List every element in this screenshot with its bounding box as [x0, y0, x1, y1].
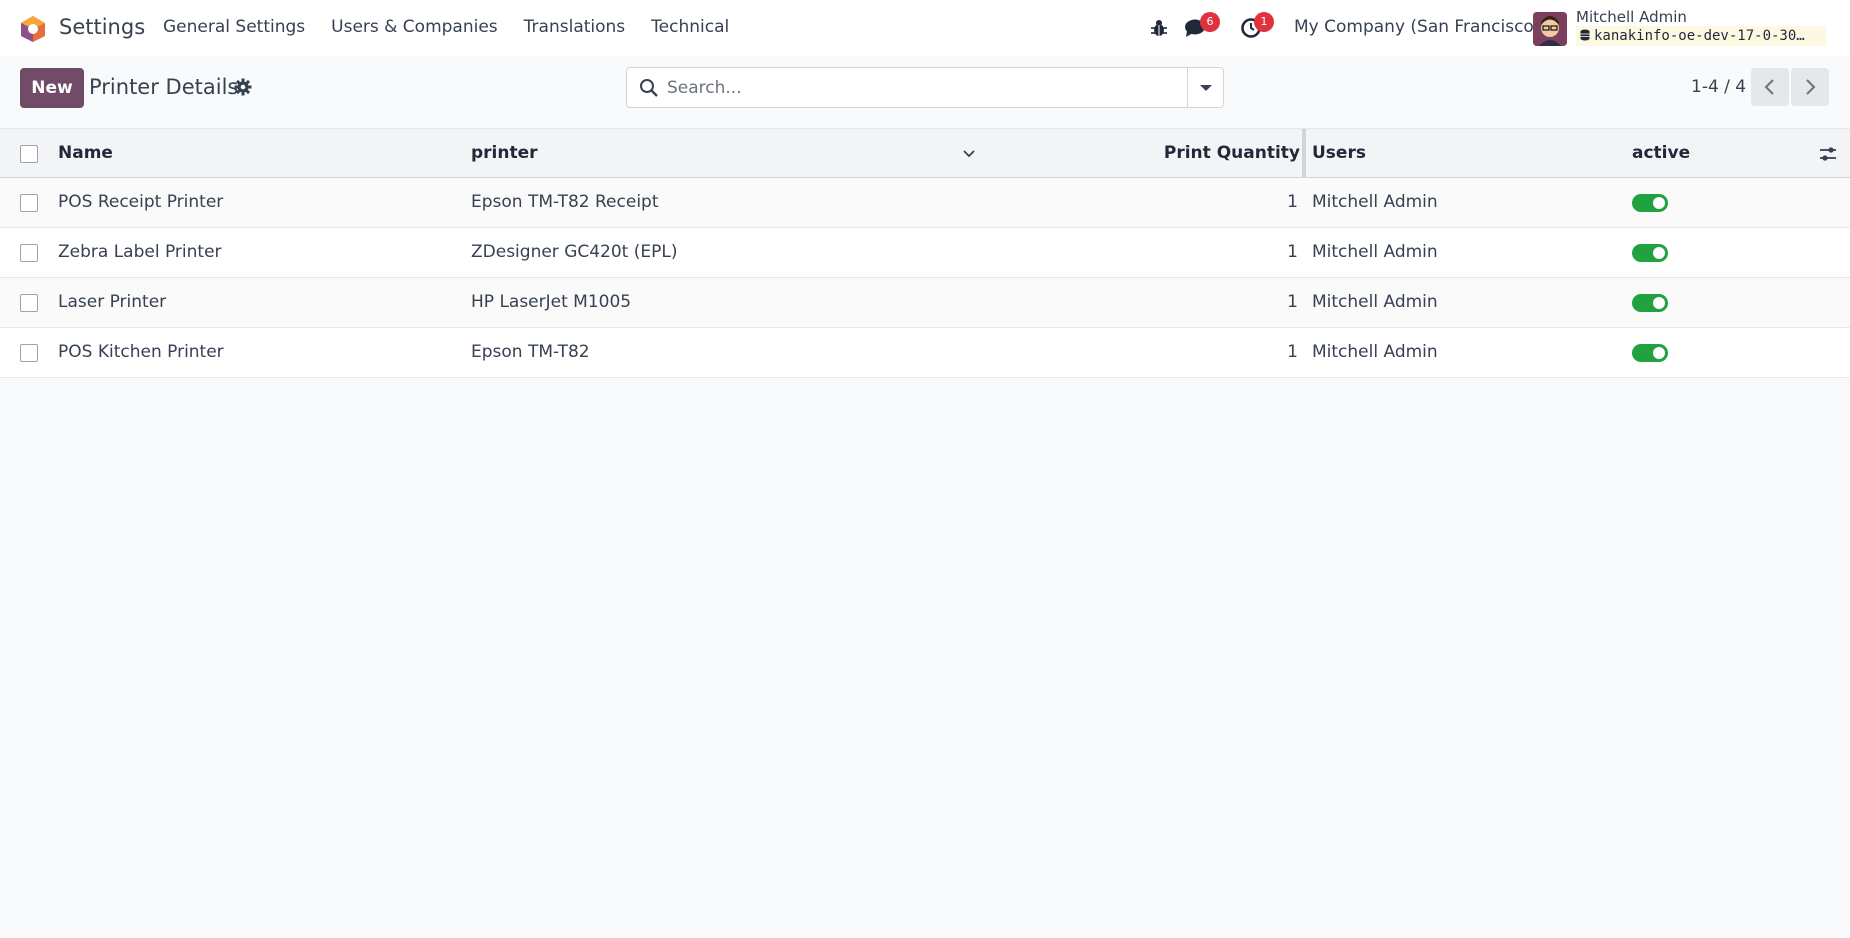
main-menu: General Settings Users & Companies Trans… [163, 17, 755, 37]
column-header-printer[interactable]: printer [471, 129, 538, 178]
column-header-print-quantity[interactable]: Print Quantity [1100, 129, 1300, 178]
activities-badge: 1 [1254, 12, 1274, 32]
column-resize-handle[interactable] [1302, 129, 1306, 179]
database-name: kanakinfo-oe-dev-17-0-30… [1576, 26, 1826, 46]
cell-print-quantity[interactable]: 1 [1100, 278, 1298, 327]
table-row[interactable]: POS Receipt Printer Epson TM-T82 Receipt… [0, 178, 1850, 228]
chevron-right-icon [1806, 79, 1816, 95]
active-toggle[interactable] [1632, 294, 1668, 312]
cell-users[interactable]: Mitchell Admin [1312, 328, 1438, 377]
page-title: Printer Details [89, 75, 239, 99]
search-options-toggle[interactable] [1187, 68, 1223, 107]
user-name[interactable]: Mitchell Admin [1576, 8, 1687, 26]
search-bar [626, 67, 1224, 108]
table-header: Name printer Print Quantity Users active [0, 128, 1850, 179]
cell-users[interactable]: Mitchell Admin [1312, 278, 1438, 327]
app-name[interactable]: Settings [59, 15, 145, 39]
chevron-down-icon[interactable] [961, 146, 977, 162]
cell-printer[interactable]: Epson TM-T82 Receipt [471, 178, 659, 227]
chevron-left-icon [1764, 79, 1774, 95]
cell-name[interactable]: POS Receipt Printer [58, 178, 223, 227]
cell-name[interactable]: Laser Printer [58, 278, 166, 327]
database-icon [1580, 29, 1590, 41]
top-navbar: Settings General Settings Users & Compan… [0, 0, 1850, 56]
row-checkbox[interactable] [20, 194, 38, 212]
new-button[interactable]: New [20, 68, 84, 108]
cell-printer[interactable]: Epson TM-T82 [471, 328, 590, 377]
printer-list-table: Name printer Print Quantity Users active… [0, 128, 1850, 378]
active-toggle[interactable] [1632, 194, 1668, 212]
active-toggle[interactable] [1632, 344, 1668, 362]
messages-badge: 6 [1200, 12, 1220, 32]
database-name-text: kanakinfo-oe-dev-17-0-30… [1594, 28, 1805, 44]
table-row[interactable]: Zebra Label Printer ZDesigner GC420t (EP… [0, 228, 1850, 278]
pager-next-button[interactable] [1791, 68, 1829, 106]
cell-print-quantity[interactable]: 1 [1100, 228, 1298, 277]
column-header-active[interactable]: active [1632, 129, 1690, 178]
menu-general-settings[interactable]: General Settings [163, 17, 305, 37]
table-row[interactable]: POS Kitchen Printer Epson TM-T82 1 Mitch… [0, 328, 1850, 378]
odoo-logo-icon[interactable] [19, 15, 47, 43]
cell-users[interactable]: Mitchell Admin [1312, 178, 1438, 227]
cell-print-quantity[interactable]: 1 [1100, 328, 1298, 377]
pager-value[interactable]: 1-4 / 4 [1691, 77, 1746, 97]
menu-technical[interactable]: Technical [651, 17, 729, 37]
avatar-face-icon [1533, 12, 1567, 46]
menu-translations[interactable]: Translations [524, 17, 626, 37]
gear-icon[interactable] [234, 78, 252, 96]
optional-columns-icon[interactable] [1818, 144, 1838, 164]
column-header-users[interactable]: Users [1312, 129, 1366, 178]
company-switcher[interactable]: My Company (San Francisco) [1294, 17, 1540, 37]
column-header-name[interactable]: Name [58, 129, 113, 178]
row-checkbox[interactable] [20, 294, 38, 312]
pager-previous-button[interactable] [1751, 68, 1789, 106]
caret-down-icon [1200, 85, 1212, 91]
select-all-checkbox[interactable] [20, 145, 38, 163]
user-avatar[interactable] [1533, 12, 1567, 46]
table-row[interactable]: Laser Printer HP LaserJet M1005 1 Mitche… [0, 278, 1850, 328]
row-checkbox[interactable] [20, 244, 38, 262]
bug-icon[interactable] [1150, 18, 1168, 38]
cell-name[interactable]: Zebra Label Printer [58, 228, 222, 277]
cell-name[interactable]: POS Kitchen Printer [58, 328, 224, 377]
menu-users-companies[interactable]: Users & Companies [331, 17, 498, 37]
cell-print-quantity[interactable]: 1 [1100, 178, 1298, 227]
cell-printer[interactable]: ZDesigner GC420t (EPL) [471, 228, 677, 277]
row-checkbox[interactable] [20, 344, 38, 362]
cell-users[interactable]: Mitchell Admin [1312, 228, 1438, 277]
cell-printer[interactable]: HP LaserJet M1005 [471, 278, 631, 327]
search-input[interactable] [667, 76, 1167, 100]
search-icon [640, 79, 658, 97]
active-toggle[interactable] [1632, 244, 1668, 262]
